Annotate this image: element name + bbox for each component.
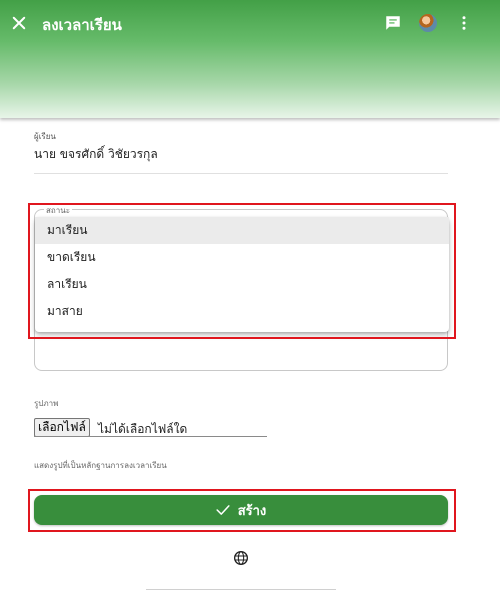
choose-file-button[interactable]: เลือกไฟล์ (34, 418, 90, 437)
student-name: นาย ขจรศักดิ์ วิชัยวรกุล (34, 147, 158, 161)
student-label: ผู้เรียน (34, 132, 56, 141)
app-bar: ลงเวลาเรียน (0, 0, 500, 118)
avatar[interactable] (419, 14, 437, 32)
page-title: ลงเวลาเรียน (42, 16, 122, 34)
chat-icon[interactable] (384, 14, 402, 32)
divider (34, 173, 448, 174)
file-input-underline (34, 436, 267, 437)
highlight-box (28, 203, 456, 339)
close-icon[interactable] (10, 14, 28, 32)
footer-divider (146, 589, 336, 590)
globe-icon[interactable] (233, 550, 249, 566)
highlight-box (28, 489, 456, 532)
more-vert-icon[interactable] (458, 14, 470, 32)
image-label: รูปภาพ (34, 399, 59, 408)
image-hint: แสดงรูปที่เป็นหลักฐานการลงเวลาเรียน (34, 461, 167, 470)
